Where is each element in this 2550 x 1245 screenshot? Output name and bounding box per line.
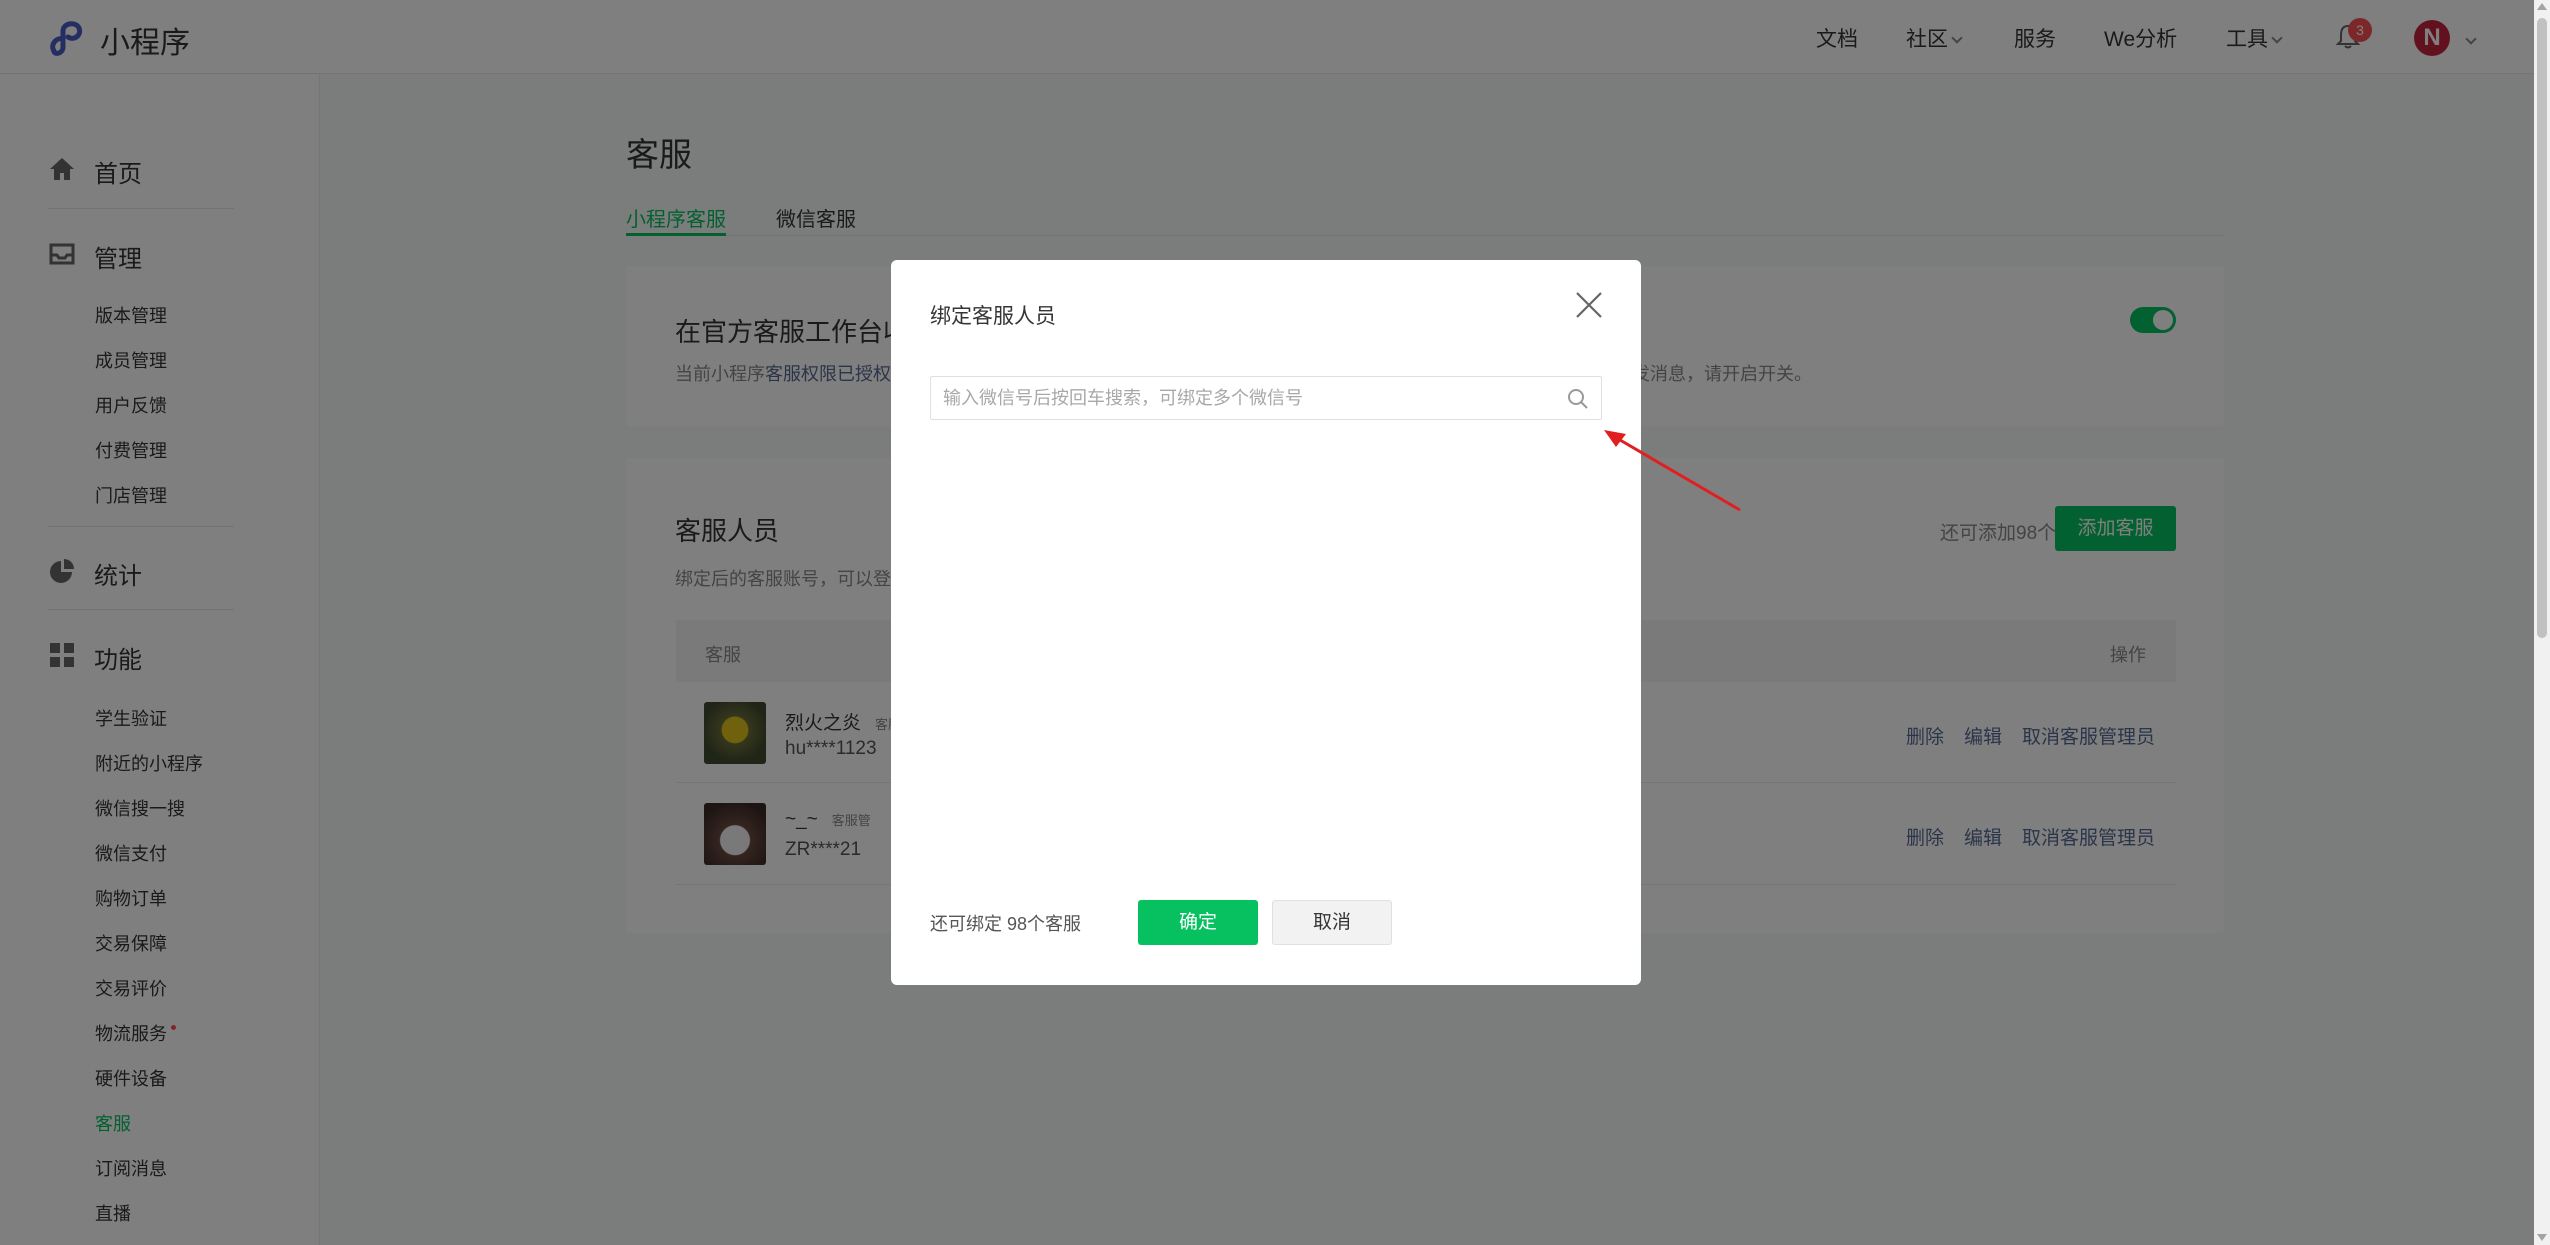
- scroll-down-arrow-icon[interactable]: [2537, 1234, 2547, 1241]
- confirm-button[interactable]: 确定: [1138, 900, 1258, 945]
- bind-agent-dialog: [891, 260, 1641, 985]
- red-arrow-annotation: [1604, 430, 1741, 512]
- dialog-title: 绑定客服人员: [930, 305, 1056, 328]
- wechat-id-search: [930, 376, 1602, 420]
- wechat-id-search-input[interactable]: [943, 377, 1543, 419]
- search-icon[interactable]: [1567, 388, 1589, 410]
- scrollbar-thumb[interactable]: [2537, 18, 2547, 638]
- close-icon[interactable]: [1574, 290, 1604, 320]
- scroll-up-arrow-icon[interactable]: [2537, 3, 2547, 10]
- remaining-bind-text: 还可绑定 98个客服: [930, 914, 1082, 934]
- cancel-button[interactable]: 取消: [1272, 900, 1392, 945]
